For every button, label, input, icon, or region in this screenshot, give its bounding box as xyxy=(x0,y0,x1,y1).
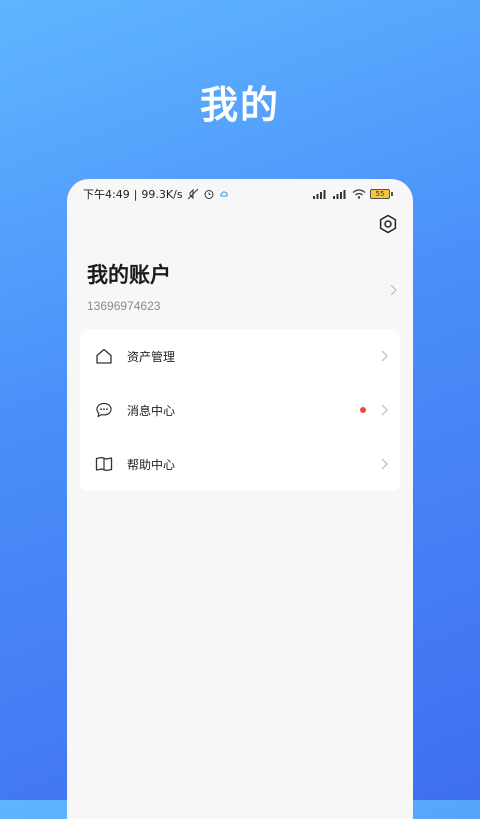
cloud-icon xyxy=(219,189,229,199)
status-right: 55 xyxy=(312,189,393,199)
chat-bubble-icon xyxy=(95,401,113,419)
status-time: 下午4:49 xyxy=(83,188,130,201)
menu-item-asset-management[interactable]: 资产管理 xyxy=(80,329,400,383)
network-speed: 99.3K/s xyxy=(141,187,183,201)
mute-icon xyxy=(187,188,199,200)
account-phone: 13696974623 xyxy=(87,299,161,313)
account-header[interactable]: 我的账户 13696974623 xyxy=(87,259,397,315)
battery-icon: 55 xyxy=(370,189,393,199)
book-icon xyxy=(95,455,113,473)
wifi-icon xyxy=(352,189,366,199)
menu-card: 资产管理 消息中心 帮助中心 xyxy=(80,329,400,491)
signal-icon xyxy=(312,189,328,199)
settings-hexagon-icon xyxy=(379,214,397,234)
home-icon xyxy=(95,347,113,365)
chevron-right-icon xyxy=(389,281,397,300)
menu-item-label: 资产管理 xyxy=(127,349,176,364)
chevron-right-icon xyxy=(380,401,388,420)
account-title: 我的账户 xyxy=(87,263,171,287)
page-title: 我的 xyxy=(199,83,280,127)
battery-level: 55 xyxy=(370,189,390,199)
menu-item-label: 帮助中心 xyxy=(127,457,176,472)
menu-item-help-center[interactable]: 帮助中心 xyxy=(80,437,400,491)
alarm-icon xyxy=(203,188,215,200)
status-separator: | xyxy=(133,187,138,201)
signal-icon-2 xyxy=(332,189,348,199)
phone-screen: 下午4:49 | 99.3K/s 55 我的账户 13696974623 资产管… xyxy=(67,179,413,819)
chevron-right-icon xyxy=(380,455,388,474)
battery-tip xyxy=(391,192,393,196)
settings-button[interactable] xyxy=(377,213,399,235)
status-bar: 下午4:49 | 99.3K/s 55 xyxy=(67,179,413,209)
unread-badge xyxy=(360,407,366,413)
chevron-right-icon xyxy=(380,347,388,366)
menu-item-label: 消息中心 xyxy=(127,403,176,418)
status-left: 下午4:49 | 99.3K/s xyxy=(83,186,229,202)
menu-item-message-center[interactable]: 消息中心 xyxy=(80,383,400,437)
